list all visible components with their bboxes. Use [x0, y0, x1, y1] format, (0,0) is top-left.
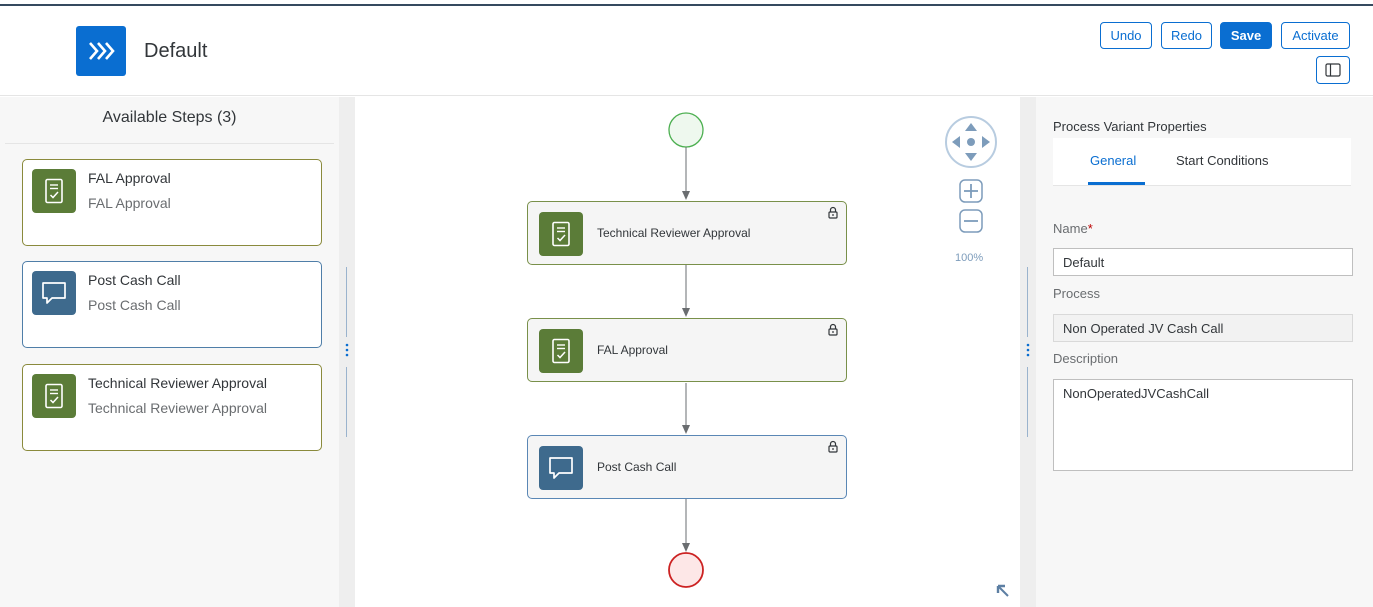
approval-document-icon: [45, 383, 63, 409]
top-shell-bar: [0, 0, 1373, 6]
properties-tabbar: General Start Conditions: [1053, 138, 1351, 186]
double-chevron-right-icon: [89, 42, 115, 60]
node-label: Post Cash Call: [597, 460, 677, 474]
step-icon-tile: [32, 271, 76, 315]
approval-document-icon: [552, 338, 570, 364]
toggle-side-panel-button[interactable]: [1316, 56, 1350, 84]
step-icon-tile: [32, 169, 76, 213]
flow-node-post-cash-call[interactable]: Post Cash Call: [527, 435, 847, 499]
step-card-post-cash-call[interactable]: Post Cash Call Post Cash Call: [22, 261, 322, 348]
process-field-label: Process: [1053, 286, 1100, 301]
process-input[interactable]: [1053, 314, 1353, 342]
required-indicator: *: [1087, 221, 1093, 236]
zoom-in-icon[interactable]: [959, 179, 983, 203]
message-bubble-icon: [549, 457, 573, 479]
save-button[interactable]: Save: [1220, 22, 1272, 49]
start-event: [668, 112, 704, 148]
tab-general[interactable]: General: [1090, 153, 1136, 168]
step-title: FAL Approval: [88, 170, 171, 186]
step-subtitle: FAL Approval: [88, 195, 171, 211]
activate-button[interactable]: Activate: [1281, 22, 1350, 49]
description-field-label: Description: [1053, 351, 1119, 366]
lock-icon: [828, 323, 838, 336]
step-subtitle: Technical Reviewer Approval: [88, 400, 267, 416]
name-field-label: Name*: [1053, 221, 1093, 236]
lock-icon: [828, 206, 838, 219]
available-steps-title: Available Steps (3): [102, 109, 237, 126]
grip-icon[interactable]: [1025, 343, 1031, 357]
right-splitter[interactable]: [1020, 97, 1036, 607]
splitter-line: [346, 367, 347, 437]
lock-icon: [828, 440, 838, 453]
node-icon-tile: [539, 212, 583, 256]
message-bubble-icon: [42, 282, 66, 304]
undo-button[interactable]: Undo: [1100, 22, 1152, 49]
zoom-out-icon[interactable]: [959, 209, 983, 233]
splitter-line: [1027, 267, 1028, 337]
flow-node-technical-reviewer-approval[interactable]: Technical Reviewer Approval: [527, 201, 847, 265]
splitter-line: [346, 267, 347, 337]
redo-button[interactable]: Redo: [1161, 22, 1212, 49]
end-event: [668, 552, 704, 588]
step-icon-tile: [32, 374, 76, 418]
properties-panel-title: Process Variant Properties: [1053, 119, 1207, 134]
step-title: Post Cash Call: [88, 272, 181, 288]
step-title: Technical Reviewer Approval: [88, 375, 267, 391]
description-textarea[interactable]: NonOperatedJVCashCall: [1053, 379, 1353, 471]
node-icon-tile: [539, 446, 583, 490]
active-tab-indicator: [1088, 182, 1145, 185]
app-tile: [76, 26, 126, 76]
left-splitter[interactable]: [339, 97, 355, 607]
flow-node-fal-approval[interactable]: FAL Approval: [527, 318, 847, 382]
tab-start-conditions[interactable]: Start Conditions: [1176, 153, 1269, 168]
available-steps-panel: Available Steps (3) FAL Approval FAL App…: [0, 97, 339, 607]
node-icon-tile: [539, 329, 583, 373]
step-card-fal-approval[interactable]: FAL Approval FAL Approval: [22, 159, 322, 246]
collapse-arrow-icon[interactable]: [995, 583, 1011, 599]
process-flow-canvas[interactable]: 100% Technical Reviewer Approval FAL App…: [355, 97, 1020, 607]
page-title: Default: [144, 40, 208, 62]
approval-document-icon: [45, 178, 63, 204]
node-label: Technical Reviewer Approval: [597, 226, 751, 240]
name-input[interactable]: [1053, 248, 1353, 276]
pan-navigation-icon[interactable]: [944, 115, 998, 169]
grip-icon[interactable]: [344, 343, 350, 357]
divider: [5, 143, 334, 144]
side-panel-icon: [1325, 63, 1341, 77]
node-label: FAL Approval: [597, 343, 668, 357]
step-card-technical-reviewer-approval[interactable]: Technical Reviewer Approval Technical Re…: [22, 364, 322, 451]
zoom-level: 100%: [955, 252, 984, 264]
splitter-line: [1027, 367, 1028, 437]
approval-document-icon: [552, 221, 570, 247]
properties-panel: Process Variant Properties General Start…: [1036, 97, 1373, 607]
page-header: Default Undo Redo Save Activate: [0, 8, 1373, 96]
step-subtitle: Post Cash Call: [88, 297, 181, 313]
